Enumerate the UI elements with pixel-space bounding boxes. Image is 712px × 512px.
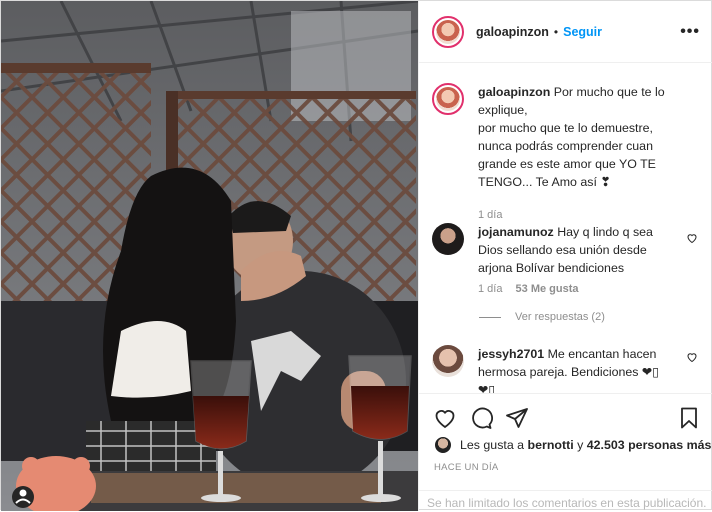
comment-username[interactable]: jessyh2701 [478, 347, 544, 361]
caption-line: Por mucho que te lo [553, 85, 665, 99]
share-icon[interactable] [505, 406, 529, 430]
author-username[interactable]: galoapinzon [476, 25, 549, 39]
comments-section: galoapinzon Por mucho que te lo explique… [419, 63, 712, 393]
comment-likes[interactable]: 53 Me gusta [516, 283, 579, 295]
likes-summary: Les gusta a bernotti y 42.503 personas m… [434, 436, 711, 454]
comment-icon[interactable] [469, 406, 493, 430]
comment-like-heart-icon[interactable] [686, 351, 698, 363]
caption-line: nunca podrás comprender cuan [478, 139, 653, 153]
comment-avatar[interactable] [432, 345, 464, 377]
bookmark-icon[interactable] [677, 406, 701, 430]
post-actions: Les gusta a bernotti y 42.503 personas m… [419, 393, 712, 511]
post-timestamp[interactable]: HACE UN DÍA [434, 462, 499, 473]
liker-avatar[interactable] [434, 436, 452, 454]
caption-meta: 1 día [478, 209, 512, 221]
view-replies-label[interactable]: Ver respuestas (2) [515, 311, 605, 323]
caption-line: grande es este amor que YO TE [478, 157, 656, 171]
likes-conj: y [577, 438, 584, 452]
instagram-post: galoapinzon • Seguir ••• galoapinzon Por… [0, 0, 712, 511]
more-options-icon[interactable]: ••• [680, 23, 700, 41]
caption-avatar[interactable] [432, 83, 464, 115]
heart-icon[interactable] [433, 406, 457, 430]
comments-limited-notice: Se han limitado los comentarios en esta … [419, 490, 712, 512]
comment-text: jojanamunoz Hay q lindo q sea Dios sella… [478, 225, 653, 275]
likes-count[interactable]: 42.503 personas más [587, 438, 712, 452]
caption-username[interactable]: galoapinzon [478, 85, 550, 99]
caption-text: galoapinzon Por mucho que te lo explique… [478, 83, 673, 191]
view-replies[interactable]: Ver respuestas (2) [479, 311, 605, 323]
caption-line: explique, [478, 103, 528, 117]
caption-line: por mucho que te lo demuestre, [478, 121, 653, 135]
likes-prefix: Les gusta a [460, 438, 525, 452]
comment-text: jessyh2701 Me encantan hacen hermosa par… [478, 347, 660, 393]
replies-line [479, 316, 501, 318]
post-sidebar: galoapinzon • Seguir ••• galoapinzon Por… [418, 1, 712, 511]
caption-time[interactable]: 1 día [478, 209, 502, 221]
comment-time[interactable]: 1 día [478, 283, 502, 295]
comment-like-heart-icon[interactable] [686, 232, 698, 244]
comment-avatar[interactable] [432, 223, 464, 255]
liker-username[interactable]: bernotti [528, 438, 574, 452]
caption-line: TENGO... Te Amo así ❣ [478, 175, 611, 189]
separator-dot: • [553, 24, 559, 39]
comment-username[interactable]: jojanamunoz [478, 225, 554, 239]
post-photo[interactable] [1, 1, 418, 511]
post-header: galoapinzon • Seguir ••• [419, 1, 712, 63]
comment-meta: 1 día 53 Me gusta [478, 283, 589, 295]
couple-kissing-image [1, 1, 418, 511]
follow-button[interactable]: Seguir [563, 25, 602, 39]
author-avatar[interactable] [432, 15, 464, 48]
